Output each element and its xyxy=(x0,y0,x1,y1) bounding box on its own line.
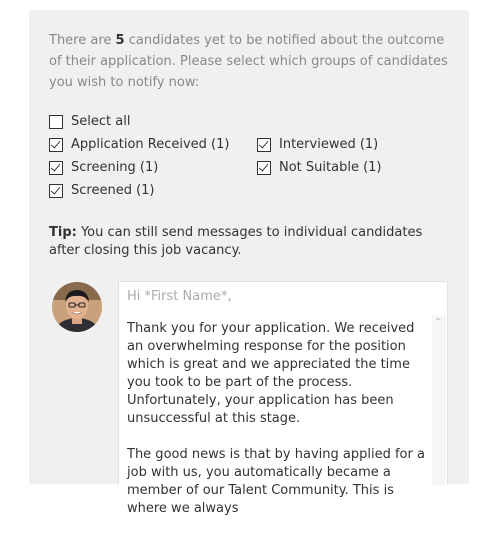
tip-label: Tip: xyxy=(49,225,77,240)
checkbox-empty-icon[interactable] xyxy=(49,114,63,129)
message-editor[interactable]: Hi *First Name*, Thank you for your appl… xyxy=(118,281,448,516)
checkbox-checked-icon[interactable] xyxy=(49,137,63,152)
tip-text: Tip: You can still send messages to indi… xyxy=(49,224,449,260)
intro-text: There are 5 candidates yet to be notifie… xyxy=(49,30,459,93)
intro-prefix: There are xyxy=(49,33,116,48)
checkbox-interviewed[interactable]: Interviewed (1) xyxy=(257,137,378,152)
checkbox-checked-icon[interactable] xyxy=(257,160,271,175)
screening-label: Screening (1) xyxy=(71,160,159,175)
interviewed-label: Interviewed (1) xyxy=(279,137,379,152)
checkbox-screened[interactable]: Screened (1) xyxy=(49,183,155,198)
screened-label: Screened (1) xyxy=(71,183,155,198)
message-paragraph: Thank you for your application. We recei… xyxy=(127,321,415,426)
checkbox-checked-icon[interactable] xyxy=(257,137,271,152)
tip-body: You can still send messages to individua… xyxy=(49,225,423,258)
checkbox-select-all[interactable]: Select all xyxy=(49,114,130,129)
checkbox-checked-icon[interactable] xyxy=(49,183,63,198)
not-suitable-label: Not Suitable (1) xyxy=(279,160,382,175)
checkbox-screening[interactable]: Screening (1) xyxy=(49,160,158,175)
greeting-field[interactable]: Hi *First Name*, xyxy=(127,289,232,304)
checkbox-checked-icon[interactable] xyxy=(49,160,63,175)
select-all-label: Select all xyxy=(71,114,131,129)
candidate-count: 5 xyxy=(115,33,125,48)
application-received-label: Application Received (1) xyxy=(71,137,230,152)
checkbox-not-suitable[interactable]: Not Suitable (1) xyxy=(257,160,381,175)
avatar xyxy=(52,282,102,332)
avatar-image xyxy=(52,282,102,332)
message-paragraph: The good news is that by having applied … xyxy=(127,447,425,516)
scrollbar[interactable]: ⌃ xyxy=(432,315,446,485)
message-body[interactable]: Thank you for your application. We recei… xyxy=(127,320,427,536)
checkbox-application-received[interactable]: Application Received (1) xyxy=(49,137,229,152)
chevron-up-icon[interactable]: ⌃ xyxy=(434,317,442,328)
